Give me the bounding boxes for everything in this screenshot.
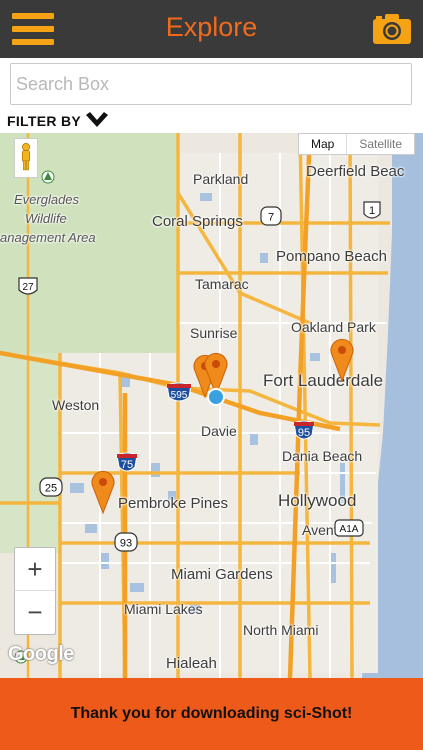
svg-text:25: 25	[45, 483, 57, 495]
map-pin-icon[interactable]	[90, 469, 116, 515]
search-box-container	[10, 63, 412, 105]
footer-message: Thank you for downloading sci-Shot!	[70, 705, 353, 722]
us-1-shield-icon: 1	[363, 201, 381, 219]
us-27-shield-icon: 27	[18, 277, 38, 295]
label-pompano-beach: Pompano Beach	[276, 248, 387, 265]
svg-text:595: 595	[171, 390, 188, 401]
label-miami-gardens: Miami Gardens	[171, 566, 273, 583]
route-7-shield-icon: 7	[260, 206, 282, 226]
map-type-map-button[interactable]: Map	[299, 134, 346, 154]
svg-text:75: 75	[121, 459, 133, 471]
svg-text:1: 1	[369, 205, 375, 217]
map-view[interactable]: Parkland Deerfield Beac Coral Springs Ev…	[0, 133, 423, 678]
label-deerfield-beach: Deerfield Beac	[306, 163, 405, 180]
search-input[interactable]	[10, 63, 412, 105]
route-25-shield-icon: 25	[39, 477, 63, 497]
park-icon	[41, 170, 55, 184]
label-everglades-1: Everglades	[14, 192, 80, 207]
zoom-in-button[interactable]: +	[15, 548, 55, 591]
pegman-icon[interactable]	[14, 138, 38, 178]
label-fort-lauderdale: Fort Lauderdale	[263, 371, 384, 390]
svg-text:93: 93	[120, 538, 132, 550]
label-miami-lakes: Miami Lakes	[124, 601, 203, 617]
label-north-miami: North Miami	[243, 622, 319, 638]
google-logo: Google	[8, 643, 74, 665]
svg-text:A1A: A1A	[340, 524, 359, 535]
camera-icon[interactable]	[372, 13, 412, 45]
label-pembroke-pines: Pembroke Pines	[118, 495, 229, 512]
zoom-control: + −	[14, 547, 56, 635]
map-type-control: Map Satellite	[298, 133, 416, 155]
label-everglades-2: Wildlife	[25, 211, 67, 226]
label-tamarac: Tamarac	[195, 276, 249, 292]
filter-by-toggle[interactable]: FILTER BY	[7, 110, 109, 132]
i-595-shield-icon: 595	[166, 382, 192, 402]
label-davie: Davie	[201, 423, 237, 439]
label-sunrise: Sunrise	[190, 325, 238, 341]
label-coral-springs: Coral Springs	[152, 213, 243, 230]
label-dania-beach: Dania Beach	[282, 448, 363, 464]
label-weston: Weston	[52, 397, 100, 413]
top-bar: Explore	[0, 0, 423, 58]
label-hollywood: Hollywood	[278, 491, 357, 510]
label-parkland: Parkland	[193, 171, 249, 187]
a1a-shield-icon: A1A	[334, 519, 364, 537]
i-75-shield-icon: 75	[116, 452, 138, 472]
label-everglades-3: anagement Area	[0, 230, 96, 245]
current-location-dot-icon	[207, 388, 225, 406]
route-93-shield-icon: 93	[114, 532, 138, 552]
chevron-down-icon	[86, 112, 108, 127]
map-pin-icon[interactable]	[329, 337, 355, 383]
svg-text:7: 7	[268, 212, 274, 224]
footer-banner: Thank you for downloading sci-Shot!	[0, 678, 423, 750]
map-type-satellite-button[interactable]: Satellite	[346, 134, 414, 154]
svg-text:95: 95	[298, 427, 310, 439]
svg-text:27: 27	[22, 282, 34, 293]
i-95-shield-icon: 95	[293, 420, 315, 440]
label-oakland-park: Oakland Park	[291, 319, 376, 335]
label-hialeah: Hialeah	[166, 655, 217, 672]
page-title: Explore	[165, 12, 258, 42]
filter-by-label: FILTER BY	[7, 113, 81, 129]
zoom-out-button[interactable]: −	[15, 591, 55, 634]
